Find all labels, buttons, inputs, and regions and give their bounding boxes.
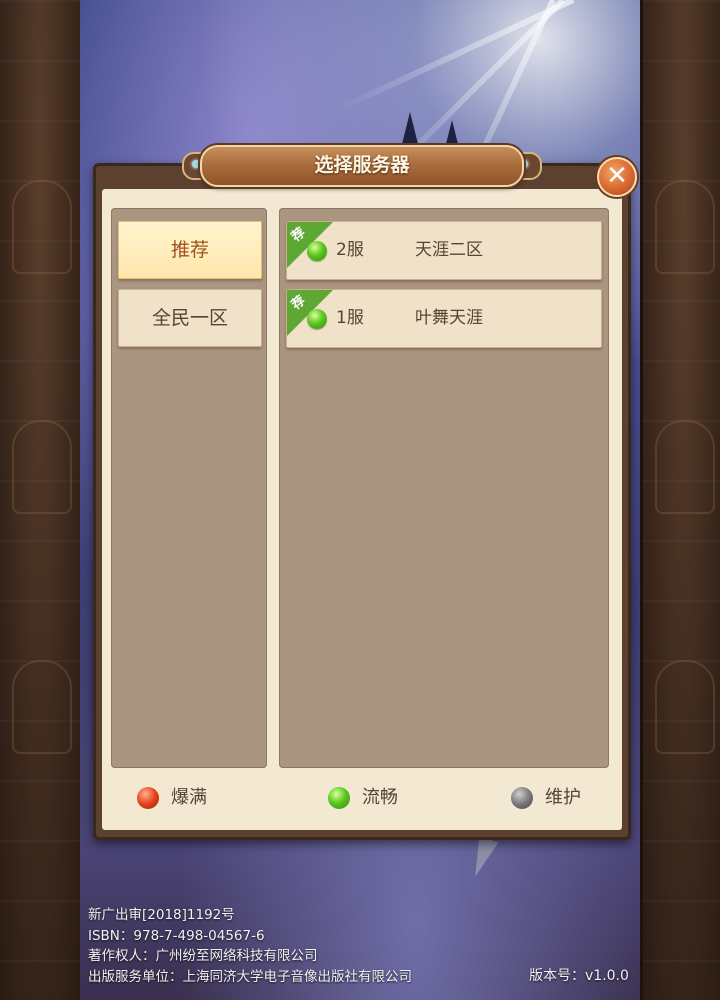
light-ray (336, 0, 575, 113)
copyright-holder: 著作权人：广州纷至网络科技有限公司 (88, 948, 318, 964)
status-smooth-icon (328, 787, 350, 809)
right-frame-pillar (640, 0, 720, 1000)
publisher-text: 出版服务单位：上海同济大学电子音像出版社有限公司 (88, 969, 412, 985)
status-full-icon (137, 787, 159, 809)
frame-ornament (655, 420, 715, 514)
frame-ornament (12, 180, 72, 274)
server-row[interactable]: 荐 1服 叶舞天涯 (286, 289, 602, 348)
close-icon: ✕ (606, 161, 628, 191)
status-smooth-icon (307, 241, 327, 261)
frame-ornament (12, 660, 72, 754)
server-name: 天涯二区 (415, 240, 483, 260)
server-row[interactable]: 荐 2服 天涯二区 (286, 221, 602, 280)
frame-ornament (655, 660, 715, 754)
status-maintenance-icon (511, 787, 533, 809)
frame-ornament (12, 420, 72, 514)
dialog-title: 选择服务器 (200, 145, 524, 187)
armor-spike (465, 835, 499, 881)
isbn-text: ISBN：978-7-498-04567-6 (88, 928, 265, 944)
version-number: 版本号：v1.0.0 (529, 968, 629, 984)
legend-label: 爆满 (171, 787, 207, 808)
left-frame-pillar (0, 0, 83, 1000)
zone-tab-all-people-1[interactable]: 全民一区 (118, 289, 262, 347)
frame-ornament (655, 180, 715, 274)
legend-label: 维护 (545, 787, 581, 808)
server-number: 1服 (336, 308, 364, 328)
legend-label: 流畅 (362, 787, 398, 808)
close-button[interactable]: ✕ (597, 157, 637, 197)
approval-number: 新广出审[2018]1192号 (88, 907, 235, 923)
status-smooth-icon (307, 309, 327, 329)
server-number: 2服 (336, 240, 364, 260)
server-name: 叶舞天涯 (415, 308, 483, 328)
zone-tab-recommended[interactable]: 推荐 (118, 221, 262, 279)
